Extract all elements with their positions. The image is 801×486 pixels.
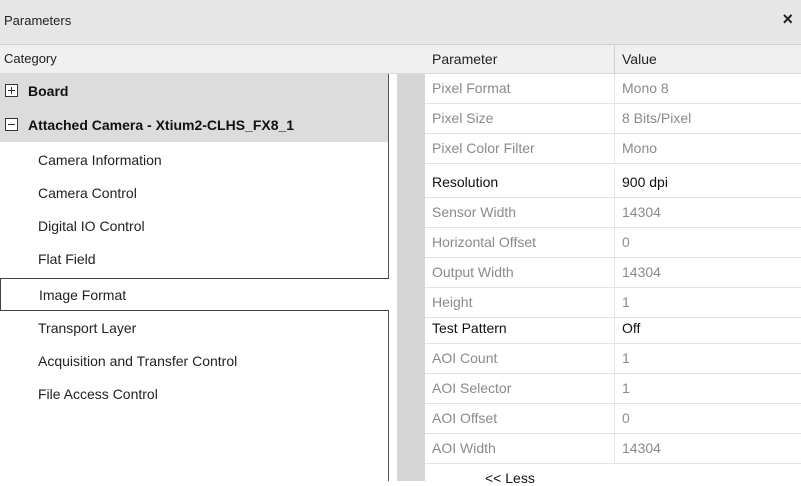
param-value: 1 [622, 350, 630, 366]
param-name: Sensor Width [432, 204, 517, 220]
parameter-grid: Pixel Format Mono 8 Pixel Size 8 Bits/Pi… [425, 74, 801, 486]
cell-divider [614, 344, 615, 373]
param-value: 8 Bits/Pixel [622, 110, 692, 126]
param-value: 1 [622, 294, 630, 310]
param-name: AOI Offset [432, 410, 498, 426]
tree-item-camera-control[interactable]: Camera Control [0, 177, 388, 210]
param-row-aoi-width[interactable]: AOI Width 14304 [425, 434, 801, 464]
tree-item-transport-layer[interactable]: Transport Layer [0, 312, 388, 345]
collapse-icon[interactable] [5, 118, 18, 131]
param-name: Horizontal Offset [432, 234, 537, 250]
less-button[interactable]: << Less [485, 470, 535, 486]
param-name: AOI Selector [432, 380, 512, 396]
tree-group-label: Board [28, 83, 69, 99]
column-divider[interactable] [614, 45, 615, 73]
parameter-column-header[interactable]: Parameter [432, 51, 497, 67]
param-row-pixel-format[interactable]: Pixel Format Mono 8 [425, 74, 801, 104]
tree-item-label: Camera Information [38, 152, 162, 168]
param-name: Height [432, 294, 473, 310]
cell-divider [614, 198, 615, 227]
tree-item-file-access-control[interactable]: File Access Control [0, 378, 388, 411]
column-header-bar: Category Parameter Value [0, 45, 801, 74]
param-name: Output Width [432, 264, 514, 280]
cell-divider [614, 374, 615, 403]
param-value: 14304 [622, 204, 661, 220]
param-row-aoi-count[interactable]: AOI Count 1 [425, 344, 801, 374]
tree-item-label: Flat Field [38, 251, 96, 267]
cell-divider [614, 434, 615, 463]
window-title: Parameters [4, 13, 72, 28]
param-name: AOI Count [432, 350, 498, 366]
param-value: 0 [622, 410, 630, 426]
tree-item-label: Image Format [39, 287, 127, 303]
cell-divider [614, 168, 615, 197]
category-header: Category [4, 51, 57, 66]
param-value[interactable]: Off [622, 320, 640, 336]
tree-item-label: File Access Control [38, 386, 158, 402]
splitter[interactable] [389, 74, 397, 481]
param-value: 1 [622, 380, 630, 396]
param-name: Test Pattern [432, 320, 507, 336]
cell-divider [614, 314, 615, 343]
cell-divider [614, 228, 615, 257]
cell-divider [614, 288, 615, 317]
param-value: Mono 8 [622, 80, 669, 96]
param-value: 0 [622, 234, 630, 250]
expand-icon[interactable] [5, 84, 18, 97]
cell-divider [614, 134, 615, 163]
param-value: Mono [622, 140, 658, 156]
param-row-pixel-color-filter[interactable]: Pixel Color Filter Mono [425, 134, 801, 164]
close-icon[interactable]: × [782, 9, 793, 30]
param-row-sensor-width[interactable]: Sensor Width 14304 [425, 198, 801, 228]
param-row-resolution[interactable]: Resolution 900 dpi [425, 168, 801, 198]
param-row-horizontal-offset[interactable]: Horizontal Offset 0 [425, 228, 801, 258]
param-name: Pixel Format [432, 80, 511, 96]
cell-divider [614, 404, 615, 433]
tree-group-label: Attached Camera - Xtium2-CLHS_FX8_1 [28, 117, 295, 133]
tree-item-acquisition-and-transfer-control[interactable]: Acquisition and Transfer Control [0, 345, 388, 378]
param-row-aoi-selector[interactable]: AOI Selector 1 [425, 374, 801, 404]
cell-divider [614, 104, 615, 133]
param-row-aoi-offset[interactable]: AOI Offset 0 [425, 404, 801, 434]
param-row-pixel-size[interactable]: Pixel Size 8 Bits/Pixel [425, 104, 801, 134]
title-bar: Parameters × [0, 0, 801, 45]
tree-item-label: Camera Control [38, 185, 137, 201]
category-tree: Board Attached Camera - Xtium2-CLHS_FX8_… [0, 74, 389, 481]
param-name: AOI Width [432, 440, 496, 456]
tree-group-board[interactable]: Board [0, 74, 388, 108]
param-name: Resolution [432, 174, 499, 190]
param-name: Pixel Size [432, 110, 494, 126]
tree-item-label: Acquisition and Transfer Control [38, 353, 238, 369]
tree-group-attached-camera[interactable]: Attached Camera - Xtium2-CLHS_FX8_1 [0, 108, 388, 142]
cell-divider [614, 74, 615, 103]
param-row-output-width[interactable]: Output Width 14304 [425, 258, 801, 288]
tree-item-camera-information[interactable]: Camera Information [0, 144, 388, 177]
param-name: Pixel Color Filter [432, 140, 535, 156]
tree-item-digital-io-control[interactable]: Digital IO Control [0, 210, 388, 243]
tree-item-label: Transport Layer [38, 320, 137, 336]
tree-item-flat-field[interactable]: Flat Field [0, 243, 388, 276]
tree-item-label: Digital IO Control [38, 218, 145, 234]
param-value[interactable]: 900 dpi [622, 174, 668, 190]
param-row-test-pattern[interactable]: Test Pattern Off [425, 314, 801, 344]
value-column-header[interactable]: Value [622, 51, 657, 67]
cell-divider [614, 258, 615, 287]
param-value: 14304 [622, 264, 661, 280]
tree-item-image-format[interactable]: Image Format [0, 278, 389, 311]
row-header-column [397, 74, 425, 481]
param-value: 14304 [622, 440, 661, 456]
